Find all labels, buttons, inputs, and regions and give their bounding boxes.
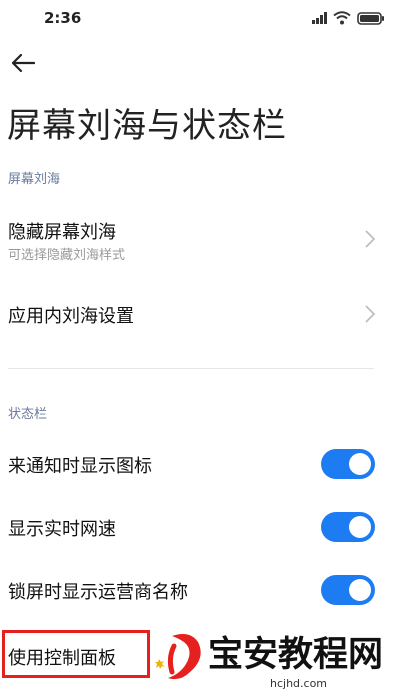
list-item-app-notch-settings[interactable]: 应用内刘海设置: [0, 288, 400, 338]
battery-icon: [357, 12, 384, 25]
item-title: 锁屏时显示运营商名称: [8, 582, 188, 603]
back-arrow-icon[interactable]: [8, 48, 38, 78]
section-header-notch: 屏幕刘海: [8, 172, 61, 187]
list-item-notification-icons[interactable]: 来通知时显示图标: [0, 440, 400, 488]
carrier-name-toggle[interactable]: [321, 575, 375, 605]
item-subtitle: 可选择隐藏刘海样式: [8, 248, 126, 263]
watermark-text: 宝安教程网: [208, 634, 384, 675]
highlight-box: [2, 630, 150, 678]
chevron-right-icon: [365, 305, 376, 323]
chevron-right-icon: [365, 230, 376, 248]
watermark-url: hcjhd.com: [270, 677, 328, 690]
list-item-carrier-name[interactable]: 锁屏时显示运营商名称: [0, 566, 400, 614]
divider: [8, 368, 374, 369]
section-header-status-bar: 状态栏: [8, 407, 48, 422]
network-speed-toggle[interactable]: [321, 512, 375, 542]
watermark-logo-icon: [155, 634, 201, 680]
watermark: 宝安教程网 hcjhd.com: [150, 624, 400, 695]
toggle-knob: [349, 579, 371, 601]
item-title: 应用内刘海设置: [8, 306, 134, 327]
notification-icons-toggle[interactable]: [321, 449, 375, 479]
toggle-knob: [349, 516, 371, 538]
list-item-network-speed[interactable]: 显示实时网速: [0, 503, 400, 551]
list-item-hide-notch[interactable]: 隐藏屏幕刘海 可选择隐藏刘海样式: [0, 206, 400, 272]
item-title: 来通知时显示图标: [8, 456, 152, 477]
toggle-knob: [349, 453, 371, 475]
signal-icon: [312, 12, 327, 24]
status-bar: 2:36: [0, 0, 400, 40]
wifi-icon: [333, 11, 351, 25]
page-title: 屏幕刘海与状态栏: [7, 106, 287, 146]
status-time: 2:36: [44, 9, 82, 27]
item-title: 显示实时网速: [8, 519, 116, 540]
item-title: 隐藏屏幕刘海: [8, 222, 116, 243]
